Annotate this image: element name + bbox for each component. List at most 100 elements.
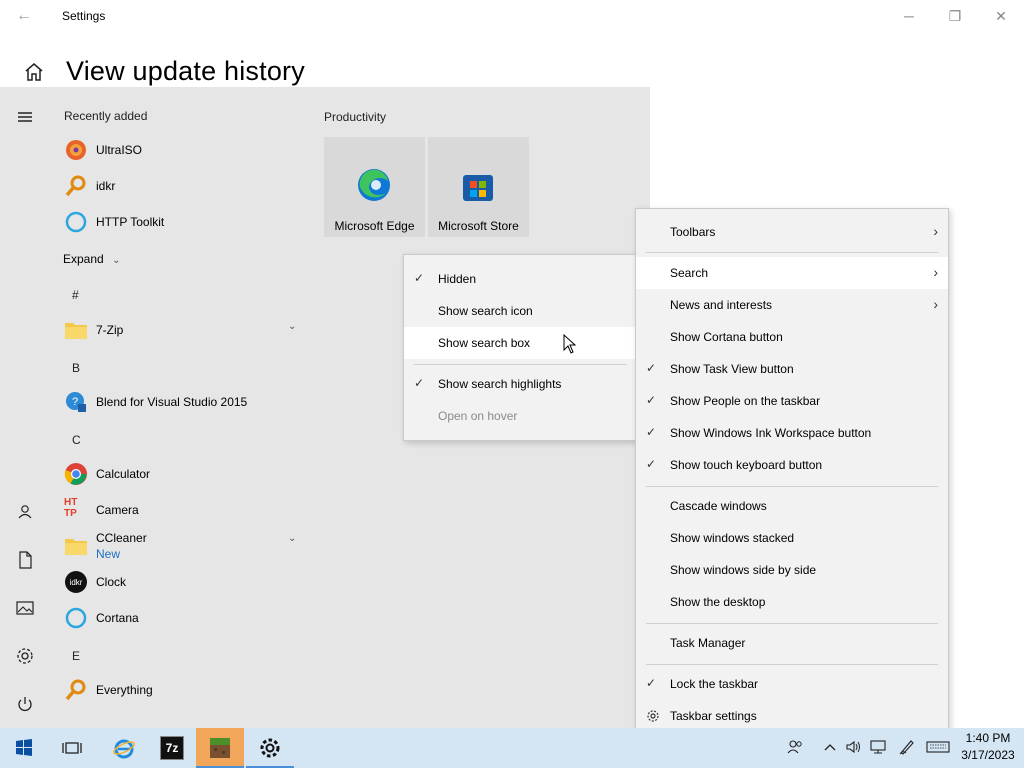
tile-microsoft-store[interactable]: Microsoft Store bbox=[428, 137, 529, 237]
menu-item-show-cortana-button[interactable]: Show Cortana button bbox=[636, 321, 948, 353]
app-item-calculator[interactable]: Calculator bbox=[62, 461, 302, 487]
menu-separator bbox=[414, 364, 627, 365]
menu-item-label: Hidden bbox=[438, 272, 477, 286]
checkmark-icon: ✓ bbox=[646, 425, 657, 439]
app-label: Everything bbox=[96, 683, 153, 697]
minimize-button[interactable]: ─ bbox=[886, 0, 932, 32]
chevron-down-icon[interactable]: ⌄ bbox=[288, 533, 296, 544]
menu-item-label: Cascade windows bbox=[670, 499, 767, 513]
ring-icon bbox=[64, 606, 88, 630]
menu-item-label: Show the desktop bbox=[670, 595, 766, 609]
expand-button[interactable]: Expand ⌄ bbox=[63, 250, 121, 268]
title-bar: ← Settings ─ ❐ ✕ bbox=[0, 0, 1024, 32]
menu-item-show-touch-keyboard[interactable]: ✓ Show touch keyboard button bbox=[636, 449, 948, 481]
menu-item-show-people[interactable]: ✓ Show People on the taskbar bbox=[636, 385, 948, 417]
menu-item-show-the-desktop[interactable]: Show the desktop bbox=[636, 586, 948, 618]
folder-icon bbox=[64, 535, 88, 559]
documents-icon[interactable] bbox=[13, 548, 37, 572]
taskbar-app-minecraft[interactable] bbox=[196, 728, 244, 768]
back-button[interactable]: ← bbox=[14, 6, 34, 26]
menu-item-label: Show search icon bbox=[438, 304, 533, 318]
menu-item-label: Task Manager bbox=[670, 636, 746, 650]
touch-keyboard-icon[interactable] bbox=[926, 738, 950, 759]
menu-item-label: Show search highlights bbox=[438, 377, 562, 391]
menu-item-show-ink-workspace[interactable]: ✓ Show Windows Ink Workspace button bbox=[636, 417, 948, 449]
menu-item-cascade-windows[interactable]: Cascade windows bbox=[636, 490, 948, 522]
store-icon bbox=[461, 169, 495, 203]
group-header-hash[interactable]: # bbox=[72, 288, 79, 302]
app-label: Camera bbox=[96, 503, 139, 517]
menu-item-label: Show windows stacked bbox=[670, 531, 795, 545]
hamburger-icon[interactable] bbox=[13, 105, 37, 129]
menu-item-label: Search bbox=[670, 266, 709, 280]
menu-item-toolbars[interactable]: Toolbars › bbox=[636, 216, 948, 248]
power-icon[interactable] bbox=[13, 692, 37, 716]
checkmark-icon: ✓ bbox=[414, 376, 425, 390]
restore-button[interactable]: ❐ bbox=[932, 0, 978, 32]
pen-ink-icon[interactable] bbox=[898, 738, 916, 759]
home-icon[interactable] bbox=[22, 60, 46, 84]
checkmark-icon: ✓ bbox=[646, 457, 657, 471]
settings-gear-icon[interactable] bbox=[13, 644, 37, 668]
taskbar-clock[interactable]: 1:40 PM 3/17/2023 bbox=[954, 730, 1022, 764]
grass-block-icon bbox=[208, 736, 232, 760]
app-item-7zip[interactable]: 7-Zip ⌄ bbox=[62, 317, 302, 343]
taskbar-app-settings[interactable] bbox=[246, 728, 294, 768]
magnifier-key-icon bbox=[64, 678, 88, 702]
group-header-b[interactable]: B bbox=[72, 361, 80, 375]
close-button[interactable]: ✕ bbox=[978, 0, 1024, 32]
group-header-c[interactable]: C bbox=[72, 433, 81, 447]
page-title: View update history bbox=[66, 56, 305, 86]
app-item-ccleaner[interactable]: CCleaner New ⌄ bbox=[62, 529, 302, 563]
menu-separator bbox=[646, 486, 938, 487]
new-badge: New bbox=[96, 547, 121, 561]
app-item-ultraiso[interactable]: UltraISO bbox=[62, 137, 302, 163]
menu-item-show-search-highlights[interactable]: ✓ Show search highlights bbox=[404, 368, 637, 400]
pictures-icon[interactable] bbox=[13, 596, 37, 620]
menu-item-label: Toolbars bbox=[670, 225, 716, 239]
camera-icon-text-bottom: TP bbox=[64, 508, 77, 519]
internet-explorer-icon bbox=[112, 736, 136, 760]
menu-item-label: Show Windows Ink Workspace button bbox=[670, 426, 872, 440]
chevron-down-icon[interactable]: ⌄ bbox=[288, 321, 296, 332]
app-label: Cortana bbox=[96, 611, 139, 625]
window-title: Settings bbox=[62, 9, 106, 23]
gear-icon bbox=[258, 736, 282, 760]
volume-icon[interactable] bbox=[845, 738, 863, 759]
sevenzip-icon: 7z bbox=[160, 736, 184, 760]
app-item-clock[interactable]: idkr Clock bbox=[62, 569, 302, 595]
recently-added-heading: Recently added bbox=[64, 109, 148, 123]
app-item-everything[interactable]: Everything bbox=[62, 677, 302, 703]
chevron-right-icon: › bbox=[933, 264, 938, 280]
menu-item-task-manager[interactable]: Task Manager bbox=[636, 627, 948, 659]
menu-item-show-task-view-button[interactable]: ✓ Show Task View button bbox=[636, 353, 948, 385]
chevron-right-icon: › bbox=[933, 223, 938, 239]
menu-item-lock-the-taskbar[interactable]: ✓ Lock the taskbar bbox=[636, 668, 948, 700]
menu-item-show-search-icon[interactable]: Show search icon bbox=[404, 295, 637, 327]
menu-item-show-windows-side-by-side[interactable]: Show windows side by side bbox=[636, 554, 948, 586]
group-header-e[interactable]: E bbox=[72, 649, 80, 663]
app-item-http-toolkit[interactable]: HTTP Toolkit bbox=[62, 209, 302, 235]
user-icon[interactable] bbox=[13, 500, 37, 524]
menu-item-news-and-interests[interactable]: News and interests › bbox=[636, 289, 948, 321]
taskbar-app-ie[interactable] bbox=[100, 728, 148, 768]
app-item-cortana[interactable]: Cortana bbox=[62, 605, 302, 631]
app-item-blend[interactable]: ? Blend for Visual Studio 2015 bbox=[62, 389, 302, 415]
people-icon[interactable] bbox=[786, 738, 804, 759]
start-button[interactable] bbox=[0, 728, 48, 768]
app-item-camera[interactable]: HT TP Camera bbox=[62, 497, 302, 523]
tile-microsoft-edge[interactable]: Microsoft Edge bbox=[324, 137, 425, 237]
menu-item-show-windows-stacked[interactable]: Show windows stacked bbox=[636, 522, 948, 554]
app-item-idkr[interactable]: idkr bbox=[62, 173, 302, 199]
menu-item-search[interactable]: Search › bbox=[636, 257, 948, 289]
menu-item-show-search-box[interactable]: Show search box bbox=[404, 327, 637, 359]
task-view-button[interactable] bbox=[48, 728, 96, 768]
menu-item-hidden[interactable]: ✓ Hidden bbox=[404, 263, 637, 295]
checkmark-icon: ✓ bbox=[646, 676, 657, 690]
network-icon[interactable] bbox=[869, 738, 887, 759]
menu-item-open-on-hover: Open on hover bbox=[404, 400, 637, 432]
taskbar-app-7zip[interactable]: 7z bbox=[148, 728, 196, 768]
menu-separator bbox=[646, 664, 938, 665]
menu-item-label: Show search box bbox=[438, 336, 531, 350]
chevron-up-icon[interactable] bbox=[823, 738, 837, 759]
